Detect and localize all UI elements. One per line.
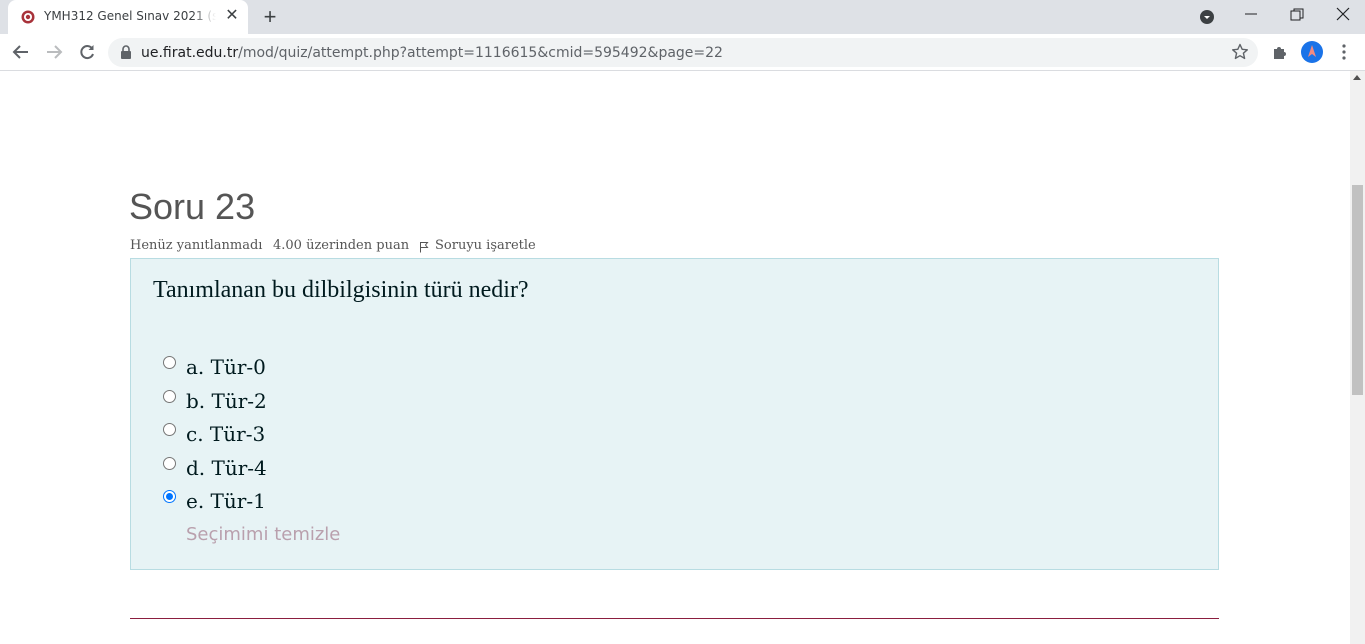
radio-button-selected[interactable] [163, 490, 176, 503]
flag-question-link[interactable]: Soruyu işaretle [435, 238, 536, 253]
section-divider [130, 618, 1219, 619]
extensions-puzzle-icon[interactable] [1271, 43, 1289, 61]
reload-icon[interactable] [77, 42, 97, 62]
browser-toolbar: ue.firat.edu.tr/mod/quiz/attempt.php?att… [0, 34, 1365, 71]
question-heading: Soru 23 [129, 186, 256, 227]
answer-option-d[interactable]: d. Tür-4 [163, 455, 563, 480]
profile-avatar[interactable] [1301, 41, 1323, 63]
question-box: Tanımlanan bu dilbilgisinin türü nedir? … [130, 258, 1219, 570]
radio-button[interactable] [163, 356, 176, 369]
site-favicon-icon [21, 10, 35, 24]
tab-search-icon[interactable] [1199, 9, 1215, 25]
radio-button[interactable] [163, 390, 176, 403]
flag-icon[interactable] [419, 241, 429, 253]
answer-option-a[interactable]: a. Tür-0 [163, 354, 563, 379]
answer-option-e[interactable]: e. Tür-1 [163, 488, 563, 513]
tab-close-icon[interactable]: ✕ [224, 8, 240, 24]
close-window-icon[interactable] [1335, 6, 1351, 22]
answer-option-c[interactable]: c. Tür-3 [163, 421, 563, 446]
tab-title: YMH312 Genel Sınav 2021 (sayfa [44, 9, 216, 23]
radio-button[interactable] [163, 457, 176, 470]
answer-option-label[interactable]: a. Tür-0 [186, 355, 266, 379]
minimize-window-icon[interactable] [1244, 4, 1258, 24]
lock-icon[interactable] [120, 45, 132, 59]
question-points: 4.00 üzerinden puan [273, 238, 410, 253]
answer-option-label[interactable]: c. Tür-3 [186, 422, 265, 446]
answer-option-label[interactable]: b. Tür-2 [186, 389, 267, 413]
page-scrollbar[interactable] [1350, 71, 1365, 644]
bookmark-star-icon[interactable] [1231, 43, 1249, 61]
clear-choice-link[interactable]: Seçimimi temizle [186, 524, 340, 545]
restore-window-icon[interactable] [1290, 8, 1304, 22]
url-path: /mod/quiz/attempt.php?attempt=1116615&cm… [238, 45, 723, 61]
profile-avatar-icon [1302, 42, 1322, 62]
browser-tab-strip: YMH312 Genel Sınav 2021 (sayfa ✕ + [0, 0, 1365, 34]
answer-option-label[interactable]: e. Tür-1 [186, 489, 266, 513]
scroll-up-arrow-icon[interactable] [1353, 75, 1361, 80]
back-arrow-icon[interactable] [11, 42, 31, 62]
forward-arrow-icon[interactable] [44, 42, 64, 62]
scroll-thumb[interactable] [1352, 185, 1363, 395]
address-bar[interactable]: ue.firat.edu.tr/mod/quiz/attempt.php?att… [108, 38, 1258, 67]
radio-button[interactable] [163, 423, 176, 436]
question-text: Tanımlanan bu dilbilgisinin türü nedir? [153, 277, 529, 303]
answer-option-b[interactable]: b. Tür-2 [163, 388, 563, 413]
answer-option-label[interactable]: d. Tür-4 [186, 456, 267, 480]
browser-tab[interactable]: YMH312 Genel Sınav 2021 (sayfa ✕ [8, 0, 248, 34]
browser-menu-icon[interactable] [1338, 43, 1350, 61]
url-text[interactable]: ue.firat.edu.tr/mod/quiz/attempt.php?att… [141, 45, 723, 61]
new-tab-icon[interactable]: + [259, 6, 281, 28]
url-host: ue.firat.edu.tr [141, 45, 239, 61]
question-status: Henüz yanıtlanmadı [130, 238, 263, 253]
